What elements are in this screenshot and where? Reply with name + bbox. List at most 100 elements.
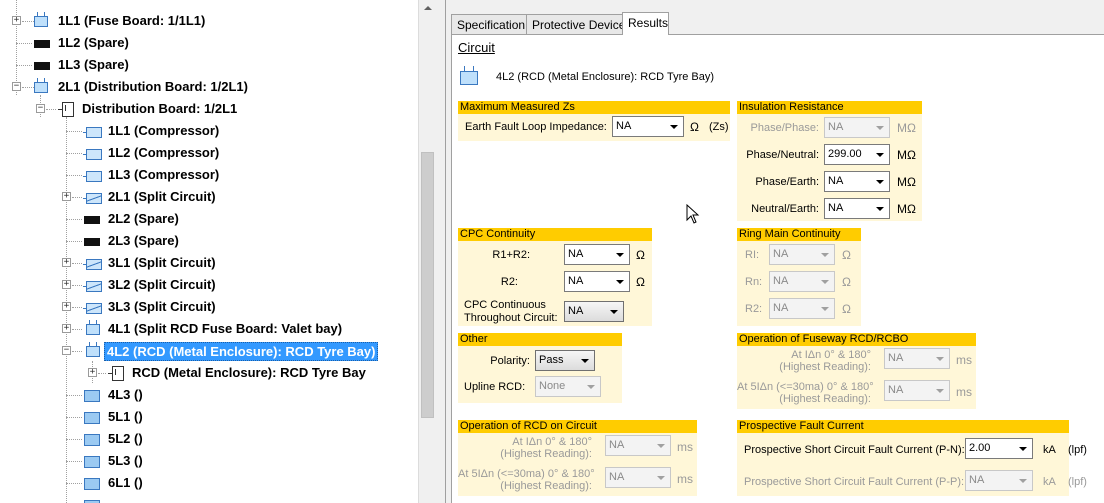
expand-icon[interactable]: + xyxy=(62,192,71,201)
expand-icon[interactable]: + xyxy=(62,324,71,333)
cpc-continuous-select[interactable]: NA xyxy=(564,301,624,322)
phase-earth-select[interactable]: NA xyxy=(824,171,890,192)
ms-unit: ms xyxy=(677,472,693,486)
tree-node[interactable]: 6L1 () xyxy=(0,472,418,494)
circuit-tree[interactable]: + 1L1 (Fuse Board: 1/1L1) 1L2 (Spare) 1L… xyxy=(0,0,418,503)
phase-neutral-label: Phase/Neutral: xyxy=(746,149,819,161)
polarity-label: Polarity: xyxy=(490,355,530,367)
tree-node[interactable]: 1L3 (Compressor) xyxy=(0,164,418,186)
expand-icon[interactable]: + xyxy=(88,368,97,377)
tab-protective-device[interactable]: Protective Device xyxy=(526,14,625,34)
r1-r2-select[interactable]: NA xyxy=(564,244,630,265)
ka-unit: kA xyxy=(1043,476,1056,488)
megohm-unit: MΩ xyxy=(897,175,916,189)
circuit-plain-icon xyxy=(84,390,100,402)
ring-r2-select[interactable]: NA xyxy=(769,298,835,319)
expand-icon[interactable]: + xyxy=(62,280,71,289)
tree-node-label: 3L3 (Split Circuit) xyxy=(108,299,216,314)
upline-rcd-select[interactable]: None xyxy=(535,376,601,397)
circuit-5idn-select[interactable]: NA xyxy=(605,467,671,488)
expand-icon[interactable]: + xyxy=(12,16,21,25)
tree-node[interactable]: − Distribution Board: 1/2L1 xyxy=(0,98,418,120)
split-circuit-icon xyxy=(83,193,102,204)
tree-node[interactable]: 5L1 () xyxy=(0,406,418,428)
pane-splitter[interactable] xyxy=(435,0,447,503)
circuit-idn-label: (Highest Reading): xyxy=(500,448,592,460)
circuit-icon xyxy=(83,171,102,182)
ka-unit: kA xyxy=(1043,444,1056,456)
tree-node[interactable]: 4L3 () xyxy=(0,384,418,406)
ring-r2-label: R2: xyxy=(745,303,763,315)
tree-node[interactable]: − 2L1 (Distribution Board: 1/2L1) xyxy=(0,76,418,98)
r2-select[interactable]: NA xyxy=(564,271,630,292)
fuseway-idn-select[interactable]: NA xyxy=(884,348,950,369)
tab-results[interactable]: Results xyxy=(622,12,669,35)
tree-node[interactable]: + 2L1 (Split Circuit) xyxy=(0,186,418,208)
tree-node-label: RCD (Metal Enclosure): RCD Tyre Bay xyxy=(132,365,366,380)
tab-specification[interactable]: Specification xyxy=(451,14,527,34)
distribution-board-icon xyxy=(108,366,124,381)
earth-fault-loop-select[interactable]: NA xyxy=(612,116,684,137)
rl-select[interactable]: NA xyxy=(769,244,835,265)
circuit-rcd-group: Operation of RCD on Circuit At IΔn 0° & … xyxy=(458,420,697,496)
fuseway-5idn-select[interactable]: NA xyxy=(884,380,950,401)
tree-node-label: 4L3 () xyxy=(108,387,143,402)
tree-scrollbar[interactable] xyxy=(418,0,436,503)
tree-node[interactable]: + 1L1 (Fuse Board: 1/1L1) xyxy=(0,10,418,32)
tree-node[interactable]: 1L3 (Spare) xyxy=(0,54,418,76)
tree-node[interactable]: 5L2 () xyxy=(0,428,418,450)
tree-node-label: 1L3 (Compressor) xyxy=(108,167,220,182)
board-icon xyxy=(34,12,48,27)
phase-phase-select[interactable]: NA xyxy=(824,117,890,138)
other-group: Other Polarity: Pass Upline RCD: None xyxy=(458,333,622,403)
scrollbar-thumb[interactable] xyxy=(421,152,434,418)
tree-node[interactable]: + 4L1 (Split RCD Fuse Board: Valet bay) xyxy=(0,318,418,340)
tree-node[interactable]: 2L2 (Spare) xyxy=(0,208,418,230)
tree-node[interactable]: 2L3 (Spare) xyxy=(0,230,418,252)
cpc-continuity-group: CPC Continuity R1+R2: NA Ω R2: NA Ω CPC … xyxy=(458,228,652,326)
split-circuit-icon xyxy=(83,303,102,314)
group-header: Ring Main Continuity xyxy=(737,228,861,241)
expand-icon[interactable]: + xyxy=(62,258,71,267)
circuit-link[interactable]: Circuit xyxy=(458,40,495,55)
neutral-earth-select[interactable]: NA xyxy=(824,198,890,219)
megohm-unit: MΩ xyxy=(897,202,916,216)
tree-node-selected[interactable]: − 4L2 (RCD (Metal Enclosure): RCD Tyre B… xyxy=(0,340,418,362)
tree-node[interactable]: + 3L2 (Split Circuit) xyxy=(0,274,418,296)
phase-neutral-select[interactable]: 299.00 xyxy=(824,144,890,165)
megohm-unit: MΩ xyxy=(897,121,916,135)
collapse-icon[interactable]: − xyxy=(36,104,45,113)
pfc-pn-select[interactable]: 2.00 xyxy=(965,438,1033,459)
tree-node-label: 1L3 (Spare) xyxy=(58,57,129,72)
tree-node[interactable]: + 3L3 (Split Circuit) xyxy=(0,296,418,318)
pfc-pp-select[interactable]: NA xyxy=(965,470,1033,491)
pfc-pn-label: Prospective Short Circuit Fault Current … xyxy=(744,444,965,456)
collapse-icon[interactable]: − xyxy=(62,346,71,355)
tree-node-label: 5L1 () xyxy=(108,409,143,424)
rn-select[interactable]: NA xyxy=(769,271,835,292)
tree-node[interactable]: 1L2 (Compressor) xyxy=(0,142,418,164)
board-icon xyxy=(86,320,100,335)
ohm-unit: Ω xyxy=(690,120,699,134)
circuit-idn-select[interactable]: NA xyxy=(605,435,671,456)
expand-icon[interactable]: + xyxy=(62,302,71,311)
tree-node-label: 5L2 () xyxy=(108,431,143,446)
ohm-unit: Ω xyxy=(636,275,645,289)
tree-node-label: 2L1 (Split Circuit) xyxy=(108,189,216,204)
tree-node[interactable] xyxy=(0,494,418,503)
polarity-select[interactable]: Pass xyxy=(535,350,595,371)
tree-node[interactable]: + 3L1 (Split Circuit) xyxy=(0,252,418,274)
tree-node[interactable]: 1L1 (Compressor) xyxy=(0,120,418,142)
tree-node[interactable]: + RCD (Metal Enclosure): RCD Tyre Bay xyxy=(0,362,418,384)
tree-node-label: 3L1 (Split Circuit) xyxy=(108,255,216,270)
collapse-icon[interactable]: − xyxy=(12,82,21,91)
tree-node-label: 1L1 (Compressor) xyxy=(108,123,220,138)
tree-node[interactable]: 1L2 (Spare) xyxy=(0,32,418,54)
max-zs-group: Maximum Measured Zs Earth Fault Loop Imp… xyxy=(458,101,730,141)
board-icon xyxy=(460,66,478,85)
ring-main-continuity-group: Ring Main Continuity RI: NA Ω Rn: NA Ω R… xyxy=(737,228,861,326)
tree-node-label: 3L2 (Split Circuit) xyxy=(108,277,216,292)
scroll-up-arrow-icon[interactable] xyxy=(419,0,436,17)
tree-node[interactable]: 5L3 () xyxy=(0,450,418,472)
phase-phase-label: Phase/Phase: xyxy=(750,122,820,134)
